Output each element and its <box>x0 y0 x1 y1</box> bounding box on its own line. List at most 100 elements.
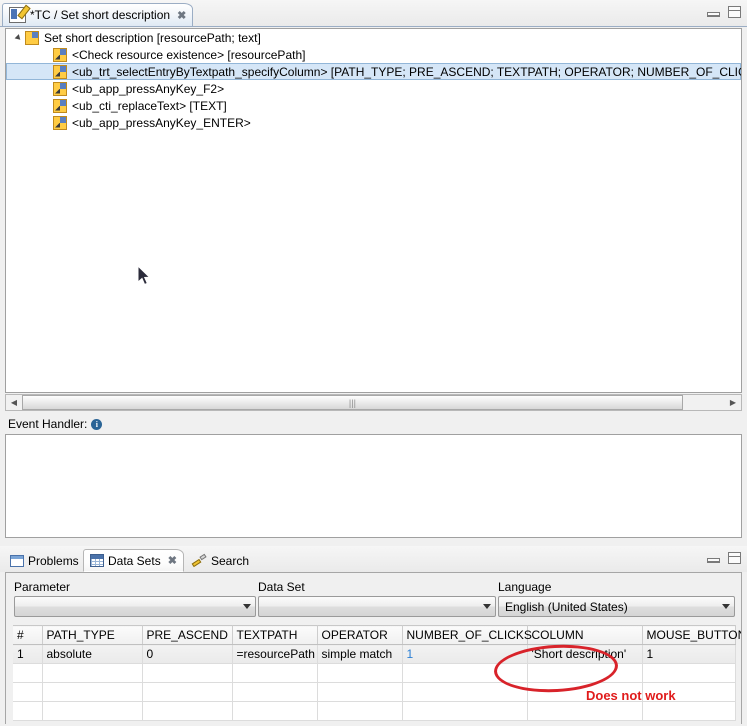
data-set-dropdown[interactable] <box>258 596 496 617</box>
cell-mouse-button[interactable] <box>642 663 736 683</box>
column-header-operator[interactable]: OPERATOR <box>317 625 403 645</box>
maximize-icon[interactable] <box>728 552 741 564</box>
cell-mouse-button[interactable]: 1 <box>642 644 736 664</box>
table-row[interactable] <box>13 701 736 721</box>
language-label: Language <box>498 580 552 594</box>
cell-column[interactable]: 'Short description' <box>527 644 643 664</box>
editor-tab-strip: *TC / Set short description ✖ <box>0 0 747 27</box>
tree-row[interactable]: <Check resource existence> [resourcePath… <box>6 46 741 63</box>
cell-column[interactable] <box>527 663 643 683</box>
data-set-label: Data Set <box>258 580 305 594</box>
minimize-icon[interactable] <box>707 553 720 563</box>
column-header-pre-ascend[interactable]: PRE_ASCEND <box>142 625 233 645</box>
cell-path-type[interactable]: absolute <box>42 644 143 664</box>
cell-textpath[interactable]: =resourcePath <box>232 644 318 664</box>
cell-operator[interactable] <box>317 701 403 721</box>
column-header-index[interactable]: # <box>13 625 43 645</box>
module-icon <box>25 30 39 45</box>
datasets-icon <box>90 554 104 567</box>
chevron-down-icon[interactable] <box>243 604 251 609</box>
module-ref-icon <box>53 81 67 96</box>
tree-row[interactable]: <ub_cti_replaceText> [TEXT] <box>6 97 741 114</box>
cell-pre-ascend[interactable] <box>142 663 233 683</box>
close-icon[interactable]: ✖ <box>168 554 177 567</box>
tab-search[interactable]: Search <box>185 549 256 572</box>
module-ref-icon <box>53 47 67 62</box>
tree-horizontal-scrollbar[interactable]: ◀ ||| ▶ <box>5 394 742 411</box>
language-value: English (United States) <box>505 599 628 614</box>
view-tab-strip: Problems Data Sets ✖ Search <box>0 546 747 572</box>
test-case-tree[interactable]: Set short description [resourcePath; tex… <box>5 28 742 393</box>
table-row[interactable]: 1 absolute 0 =resourcePath simple match … <box>13 644 736 664</box>
cell-textpath[interactable] <box>232 701 318 721</box>
cell-textpath[interactable] <box>232 682 318 702</box>
cell-index[interactable] <box>13 701 43 721</box>
cell-number-of-clicks[interactable] <box>402 682 528 702</box>
tree-row-label: <ub_cti_replaceText> [TEXT] <box>72 98 227 113</box>
scrollbar-thumb[interactable]: ||| <box>22 395 683 410</box>
event-handler-label: Event Handler: <box>8 417 88 431</box>
cell-operator[interactable] <box>317 682 403 702</box>
cell-textpath[interactable] <box>232 663 318 683</box>
cell-path-type[interactable] <box>42 682 143 702</box>
cell-number-of-clicks[interactable] <box>402 663 528 683</box>
maximize-icon[interactable] <box>728 6 741 18</box>
editor-window-buttons <box>707 6 741 18</box>
editor-tab-set-short-description[interactable]: *TC / Set short description ✖ <box>2 3 194 26</box>
cell-operator[interactable]: simple match <box>317 644 403 664</box>
column-header-textpath[interactable]: TEXTPATH <box>232 625 318 645</box>
chevron-down-icon[interactable] <box>483 604 491 609</box>
parameter-dropdown[interactable] <box>14 596 256 617</box>
module-ref-icon <box>53 98 67 113</box>
event-handler-input[interactable] <box>5 434 742 538</box>
cell-operator[interactable] <box>317 663 403 683</box>
parameter-label: Parameter <box>14 580 71 594</box>
language-dropdown[interactable]: English (United States) <box>498 596 735 617</box>
cell-pre-ascend[interactable] <box>142 701 233 721</box>
tree-row-label: <ub_trt_selectEntryByTextpath_specifyCol… <box>72 64 742 79</box>
tree-row[interactable]: Set short description [resourcePath; tex… <box>6 29 741 46</box>
cell-number-of-clicks[interactable]: 1 <box>402 644 528 664</box>
minimize-icon[interactable] <box>707 7 720 17</box>
cell-mouse-button[interactable] <box>642 701 736 721</box>
tab-data-sets-label: Data Sets <box>108 553 161 568</box>
tree-row[interactable]: <ub_app_pressAnyKey_ENTER> <box>6 114 741 131</box>
event-handler-label-row: Event Handler: i <box>8 417 103 431</box>
problems-icon <box>10 554 24 567</box>
chevron-down-icon[interactable] <box>722 604 730 609</box>
cell-index[interactable]: 1 <box>13 644 43 664</box>
column-header-number-of-clicks[interactable]: NUMBER_OF_CLICKS <box>402 625 532 645</box>
cell-column[interactable] <box>527 701 643 721</box>
module-ref-icon <box>53 64 67 79</box>
cell-index[interactable] <box>13 682 43 702</box>
expander-icon[interactable] <box>11 33 25 42</box>
tab-search-label: Search <box>211 553 250 568</box>
cell-pre-ascend[interactable] <box>142 682 233 702</box>
info-icon[interactable]: i <box>91 418 103 430</box>
cell-index[interactable] <box>13 663 43 683</box>
table-row[interactable] <box>13 663 736 683</box>
data-sets-table[interactable]: # PATH_TYPE PRE_ASCEND TEXTPATH OPERATOR… <box>13 625 741 721</box>
cell-pre-ascend[interactable]: 0 <box>142 644 233 664</box>
tree-row[interactable]: <ub_app_pressAnyKey_F2> <box>6 80 741 97</box>
column-header-mouse-button[interactable]: MOUSE_BUTTON <box>642 625 741 645</box>
cell-path-type[interactable] <box>42 701 143 721</box>
module-ref-icon <box>53 115 67 130</box>
scrollbar-track[interactable]: ||| <box>22 395 725 410</box>
tree-row-selected[interactable]: <ub_trt_selectEntryByTextpath_specifyCol… <box>6 63 741 80</box>
tree-row-label: <Check resource existence> [resourcePath… <box>72 47 306 62</box>
tree-row-label: <ub_app_pressAnyKey_ENTER> <box>72 115 251 130</box>
scroll-left-icon[interactable]: ◀ <box>6 395 22 410</box>
editor-area: *TC / Set short description ✖ Set short … <box>0 0 747 546</box>
tree-row-label: <ub_app_pressAnyKey_F2> <box>72 81 225 96</box>
tab-problems[interactable]: Problems <box>4 549 86 572</box>
scrollbar-grip-icon: ||| <box>348 397 356 408</box>
search-icon <box>191 554 207 567</box>
close-icon[interactable]: ✖ <box>177 9 186 22</box>
column-header-column[interactable]: COLUMN <box>527 625 643 645</box>
cell-path-type[interactable] <box>42 663 143 683</box>
column-header-path-type[interactable]: PATH_TYPE <box>42 625 143 645</box>
scroll-right-icon[interactable]: ▶ <box>725 395 741 410</box>
tab-data-sets[interactable]: Data Sets ✖ <box>83 549 184 572</box>
cell-number-of-clicks[interactable] <box>402 701 528 721</box>
